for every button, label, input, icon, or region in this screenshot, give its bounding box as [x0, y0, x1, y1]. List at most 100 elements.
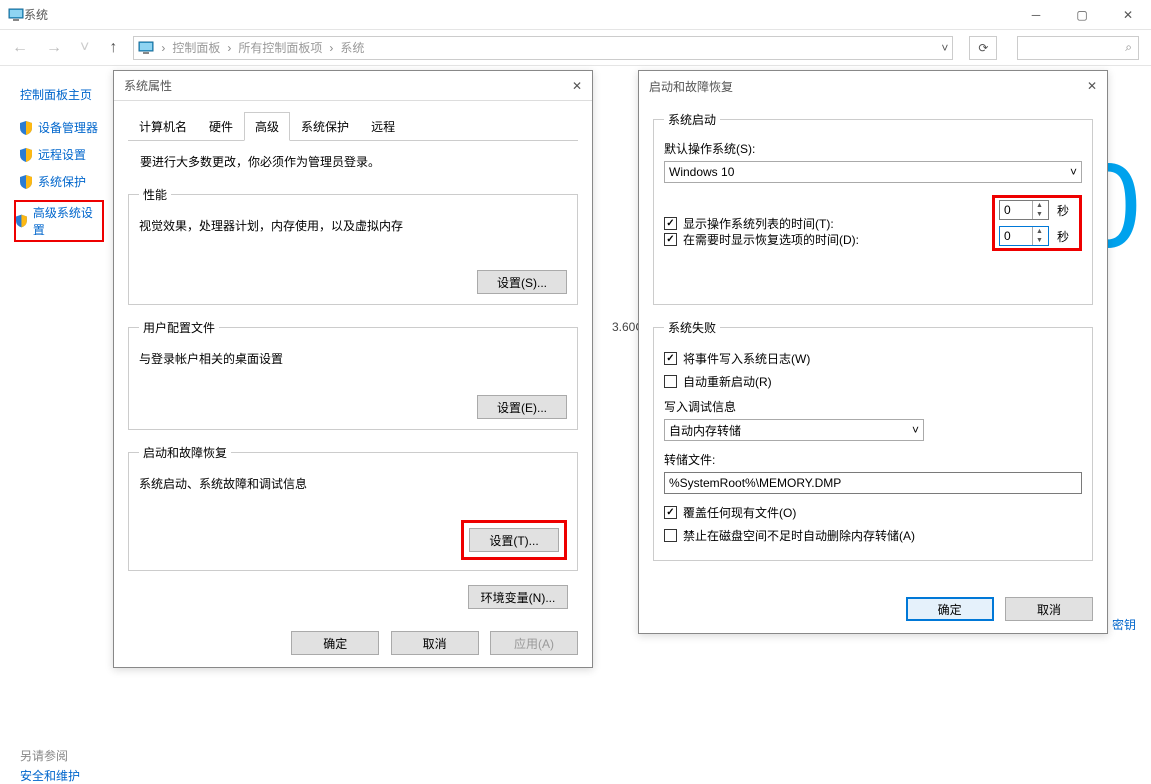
sidebar-item-remote-settings[interactable]: 远程设置	[20, 146, 104, 163]
maximize-button[interactable]: ▢	[1059, 0, 1105, 30]
search-icon: ⌕	[1125, 40, 1132, 55]
highlight-box: ▲▼ 秒 ▲▼ 秒	[992, 195, 1082, 251]
system-properties-dialog: 系统属性 ✕ 计算机名 硬件 高级 系统保护 远程 要进行大多数更改，你必须作为…	[113, 70, 593, 668]
apply-button[interactable]: 应用(A)	[490, 631, 578, 655]
environment-variables-button[interactable]: 环境变量(N)...	[468, 585, 568, 609]
search-input[interactable]: ⌕	[1017, 36, 1139, 60]
profile-desc: 与登录帐户相关的桌面设置	[139, 350, 567, 367]
address-bar: ← → ˅ ↑ › 控制面板 › 所有控制面板项 › 系统 ˅ ⟳ ⌕	[0, 30, 1151, 66]
tab-remote[interactable]: 远程	[360, 112, 406, 141]
sidebar-home-link[interactable]: 控制面板主页	[20, 86, 104, 103]
default-os-select[interactable]: Windows 10 ˅	[664, 161, 1082, 183]
performance-settings-button[interactable]: 设置(S)...	[477, 270, 567, 294]
tab-system-protection[interactable]: 系统保护	[290, 112, 360, 141]
admin-note-text: 要进行大多数更改，你必须作为管理员登录。	[140, 153, 566, 170]
breadcrumb-mid[interactable]: 所有控制面板项	[238, 39, 322, 56]
minimize-button[interactable]: ─	[1013, 0, 1059, 30]
performance-fieldset: 性能 视觉效果，处理器计划，内存使用，以及虚拟内存 设置(S)...	[128, 186, 578, 305]
overwrite-checkbox[interactable]	[664, 506, 677, 519]
ok-button[interactable]: 确定	[906, 597, 994, 621]
shield-icon	[20, 148, 32, 162]
unit-label: 秒	[1057, 228, 1069, 245]
recovery-time-input[interactable]	[1000, 229, 1032, 243]
product-key-link[interactable]: 密钥	[1112, 616, 1136, 633]
overwrite-label: 覆盖任何现有文件(O)	[683, 504, 796, 521]
tab-advanced[interactable]: 高级	[244, 112, 290, 141]
dump-file-input[interactable]	[664, 472, 1082, 494]
nav-back-icon[interactable]: ←	[12, 39, 28, 57]
close-button[interactable]: ✕	[1105, 0, 1151, 30]
nav-dropdown-icon[interactable]: ˅	[80, 39, 89, 57]
dialog-title-text: 系统属性	[124, 77, 172, 94]
cancel-button[interactable]: 取消	[391, 631, 479, 655]
window-titlebar: 系统 ─ ▢ ✕	[0, 0, 1151, 30]
ok-button[interactable]: 确定	[291, 631, 379, 655]
highlight-box: 设置(T)...	[461, 520, 567, 560]
tab-strip: 计算机名 硬件 高级 系统保护 远程	[128, 111, 578, 141]
spinner-up-icon[interactable]: ▲	[1033, 227, 1046, 236]
system-failure-legend: 系统失败	[664, 319, 720, 336]
write-log-checkbox[interactable]	[664, 352, 677, 365]
cancel-button[interactable]: 取消	[1005, 597, 1093, 621]
chevron-down-icon[interactable]: ˅	[941, 41, 948, 55]
system-startup-fieldset: 系统启动 默认操作系统(S): Windows 10 ˅ 显示操作系统列表的时间…	[653, 111, 1093, 305]
sidebar-item-system-protection[interactable]: 系统保护	[20, 173, 104, 190]
chevron-down-icon: ˅	[1070, 165, 1077, 179]
show-recovery-label: 在需要时显示恢复选项的时间(D):	[683, 231, 859, 248]
default-os-label: 默认操作系统(S):	[664, 140, 1082, 157]
nav-up-icon[interactable]: ↑	[109, 39, 117, 57]
breadcrumb[interactable]: › 控制面板 › 所有控制面板项 › 系统 ˅	[133, 36, 953, 60]
shield-icon	[20, 121, 32, 135]
profile-settings-button[interactable]: 设置(E)...	[477, 395, 567, 419]
profile-fieldset: 用户配置文件 与登录帐户相关的桌面设置 设置(E)...	[128, 319, 578, 430]
debug-info-label: 写入调试信息	[664, 398, 1082, 415]
chevron-down-icon: ˅	[912, 423, 919, 437]
tab-hardware[interactable]: 硬件	[198, 112, 244, 141]
show-os-list-checkbox[interactable]	[664, 217, 677, 230]
system-icon	[8, 8, 24, 22]
window-title: 系统	[24, 6, 1013, 23]
tab-computer-name[interactable]: 计算机名	[128, 112, 198, 141]
debug-info-select[interactable]: 自动内存转储 ˅	[664, 419, 924, 441]
spinner-down-icon[interactable]: ▼	[1033, 210, 1046, 219]
dialog-close-button[interactable]: ✕	[572, 79, 582, 93]
spinner-down-icon[interactable]: ▼	[1033, 236, 1046, 245]
auto-restart-label: 自动重新启动(R)	[683, 373, 772, 390]
performance-legend: 性能	[139, 186, 171, 203]
dump-file-label: 转储文件:	[664, 451, 1082, 468]
show-os-list-label: 显示操作系统列表的时间(T):	[683, 215, 992, 232]
os-list-time-spinner[interactable]: ▲▼	[999, 200, 1049, 220]
dialog-titlebar: 启动和故障恢复 ✕	[639, 71, 1107, 101]
dialog-titlebar: 系统属性 ✕	[114, 71, 592, 101]
sidebar-item-advanced-settings[interactable]: 高级系统设置	[14, 200, 104, 242]
startup-recovery-dialog: 启动和故障恢复 ✕ 系统启动 默认操作系统(S): Windows 10 ˅ 显…	[638, 70, 1108, 634]
show-recovery-checkbox[interactable]	[664, 233, 677, 246]
see-also-label: 另请参阅	[20, 747, 68, 764]
breadcrumb-leaf[interactable]: 系统	[340, 39, 364, 56]
disable-auto-delete-checkbox[interactable]	[664, 529, 677, 542]
profile-legend: 用户配置文件	[139, 319, 219, 336]
breadcrumb-root[interactable]: 控制面板	[172, 39, 220, 56]
dialog-close-button[interactable]: ✕	[1087, 79, 1097, 93]
os-list-time-input[interactable]	[1000, 203, 1032, 217]
recovery-time-spinner[interactable]: ▲▼	[999, 226, 1049, 246]
startup-settings-button[interactable]: 设置(T)...	[469, 528, 559, 552]
spinner-up-icon[interactable]: ▲	[1033, 201, 1046, 210]
startup-desc: 系统启动、系统故障和调试信息	[139, 475, 567, 492]
system-failure-fieldset: 系统失败 将事件写入系统日志(W) 自动重新启动(R) 写入调试信息 自动内存转…	[653, 319, 1093, 561]
shield-icon	[16, 214, 27, 228]
breadcrumb-icon	[138, 41, 154, 55]
startup-fieldset: 启动和故障恢复 系统启动、系统故障和调试信息 设置(T)...	[128, 444, 578, 571]
sidebar-item-device-manager[interactable]: 设备管理器	[20, 119, 104, 136]
nav-forward-icon[interactable]: →	[46, 39, 62, 57]
shield-icon	[20, 175, 32, 189]
auto-restart-checkbox[interactable]	[664, 375, 677, 388]
performance-desc: 视觉效果，处理器计划，内存使用，以及虚拟内存	[139, 217, 567, 234]
write-log-label: 将事件写入系统日志(W)	[683, 350, 810, 367]
safety-maintenance-link[interactable]: 安全和维护	[20, 767, 80, 784]
system-startup-legend: 系统启动	[664, 111, 720, 128]
unit-label: 秒	[1057, 202, 1069, 219]
startup-legend: 启动和故障恢复	[139, 444, 231, 461]
disable-auto-delete-label: 禁止在磁盘空间不足时自动删除内存转储(A)	[683, 527, 915, 544]
refresh-button[interactable]: ⟳	[969, 36, 997, 60]
